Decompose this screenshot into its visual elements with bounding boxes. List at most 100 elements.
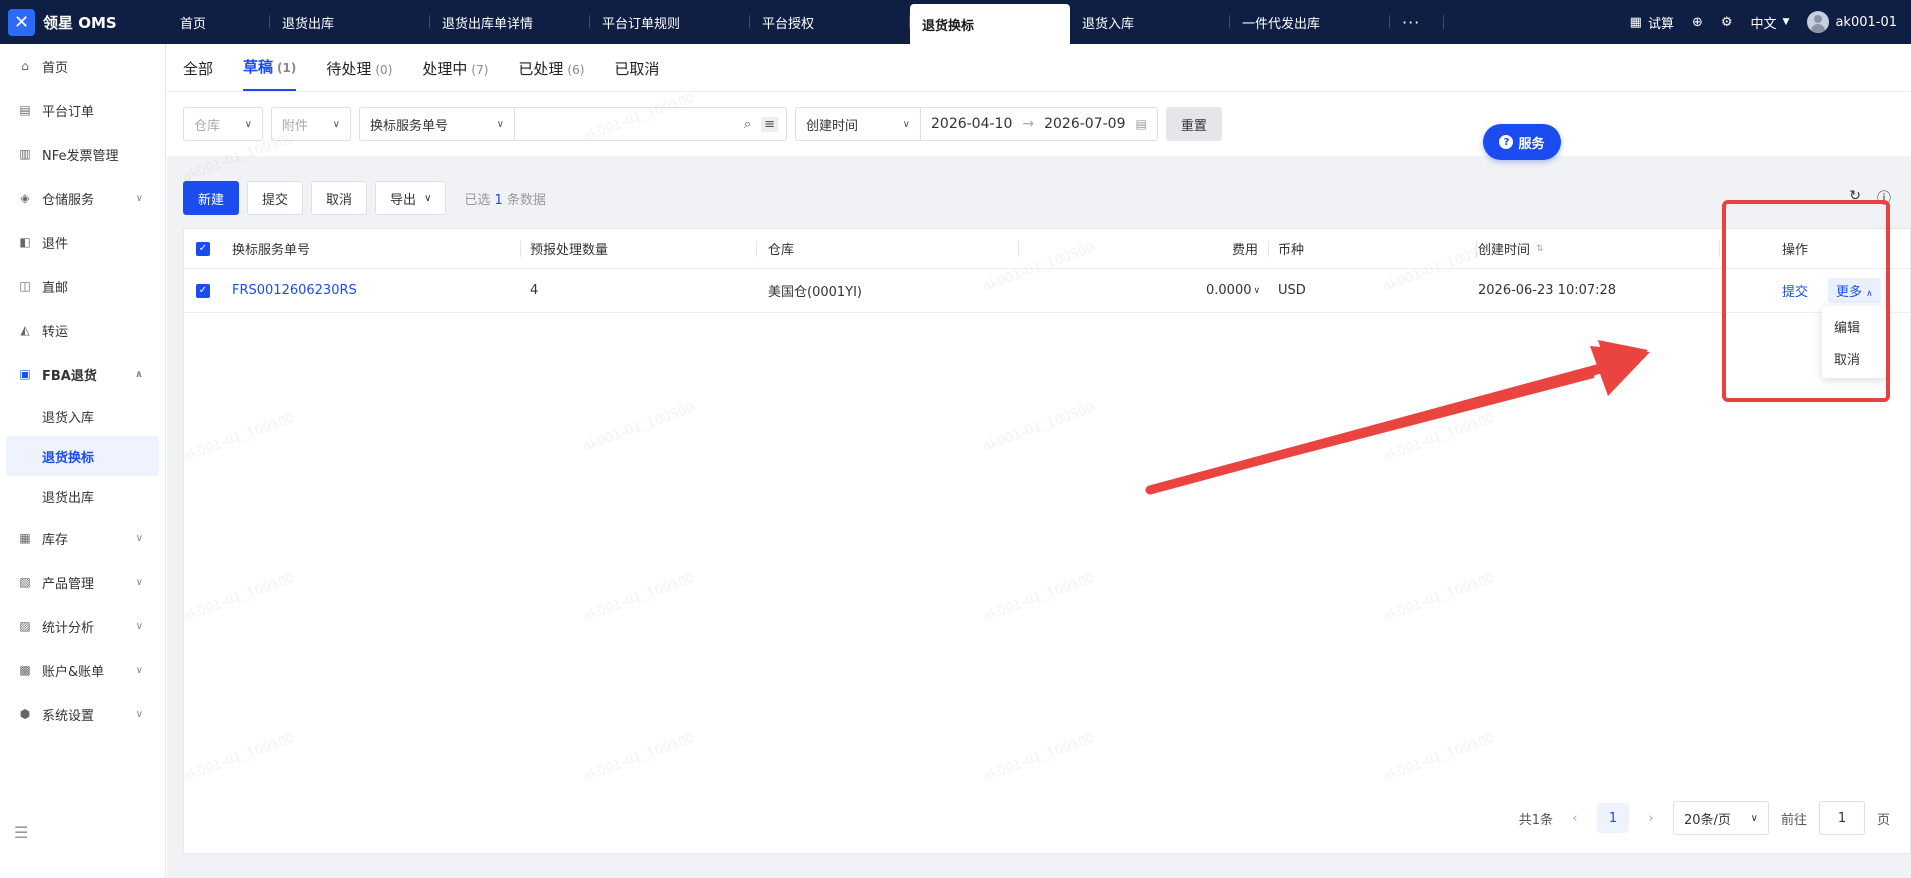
sidebar-item-platform-orders[interactable]: ▤ 平台订单	[0, 88, 165, 132]
sidebar-item-settings[interactable]: ⬢ 系统设置 ∨	[0, 692, 165, 736]
sidebar-item-label: 退件	[42, 236, 69, 252]
attachment-select[interactable]: 附件 ∨	[271, 107, 351, 141]
status-tab-processed[interactable]: 已处理 (6)	[518, 58, 584, 91]
new-button[interactable]: 新建	[183, 181, 240, 215]
time-field-select[interactable]: 创建时间 ∨	[795, 107, 921, 141]
tab-platform-auth[interactable]: 平台授权	[750, 0, 910, 44]
tab-home[interactable]: 首页	[168, 0, 270, 44]
reset-button[interactable]: 重置	[1165, 107, 1222, 141]
submit-button[interactable]: 提交	[247, 181, 304, 215]
tab-return-inbound[interactable]: 退货入库	[1070, 0, 1230, 44]
sidebar-item-label: 库存	[42, 532, 69, 548]
page-number-1[interactable]: 1	[1596, 803, 1629, 833]
chevron-down-icon: ∨	[332, 118, 340, 130]
invoice-icon: ▥	[19, 147, 31, 161]
status-tab-label: 草稿	[243, 58, 274, 76]
sidebar-item-home[interactable]: ⌂ 首页	[0, 44, 165, 88]
sidebar-item-direct-mail[interactable]: ◫ 直邮	[0, 264, 165, 308]
logo-text: 领星 OMS	[43, 13, 117, 32]
chevron-right-icon[interactable]: ›	[1641, 811, 1661, 826]
sidebar-item-returns[interactable]: ◧ 退件	[0, 220, 165, 264]
sidebar-sub-return-outbound[interactable]: 退货出库	[0, 476, 165, 516]
sidebar-item-inventory[interactable]: ▦ 库存 ∨	[0, 516, 165, 560]
tab-return-outbound-detail[interactable]: 退货出库单详情	[430, 0, 590, 44]
sidebar-sub-return-relabel[interactable]: 退货换标	[6, 436, 159, 476]
arrow-right-icon: →	[1022, 116, 1035, 132]
row-order-no-link[interactable]: FRS0012606230RS	[232, 269, 357, 312]
tab-return-outbound[interactable]: 退货出库	[270, 0, 430, 44]
status-tab-count: (6)	[567, 63, 585, 77]
tab-return-relabel[interactable]: 退货换标	[910, 4, 1070, 44]
column-divider	[756, 241, 757, 257]
search-input[interactable]: ⌕ ≡	[515, 107, 787, 141]
export-label: 导出	[390, 192, 417, 208]
logo[interactable]: ✕ 领星 OMS	[0, 0, 168, 44]
filter-bar: 仓库 ∨ 附件 ∨ 换标服务单号 ∨ ⌕ ≡ 创建时间 ∨ 2026-04-10 → 20…	[167, 92, 1911, 156]
header-created[interactable]: 创建时间 ⇅	[1478, 229, 1544, 268]
cancel-button[interactable]: 取消	[311, 181, 368, 215]
row-checkbox[interactable]: ✓	[196, 269, 210, 312]
status-tab-all[interactable]: 全部	[183, 58, 213, 91]
sidebar-item-label: 统计分析	[42, 620, 95, 636]
time-field-label: 创建时间	[806, 118, 859, 134]
page-size-label: 20条/页	[1683, 812, 1731, 828]
tab-more-icon[interactable]: ···	[1390, 0, 1444, 44]
settings-icon: ⬢	[19, 707, 31, 721]
status-tab-label: 处理中	[422, 60, 468, 78]
header-created-label: 创建时间	[1478, 243, 1531, 258]
tab-dropship-outbound[interactable]: 一件代发出库	[1230, 0, 1390, 44]
toolbar: 新建 提交 取消 导出 ∨ 已选 1 条数据 ↻ ⓘ	[183, 172, 1911, 224]
language-select[interactable]: 中文 ▼	[1751, 13, 1790, 32]
sidebar-item-warehouse[interactable]: ◈ 仓储服务 ∨	[0, 176, 165, 220]
sidebar-item-label: 账户&账单	[42, 664, 105, 680]
chevron-down-icon: ∨	[1750, 812, 1758, 824]
date-range-picker[interactable]: 2026-04-10 → 2026-07-09 ▤	[921, 107, 1158, 141]
date-group: 创建时间 ∨ 2026-04-10 → 2026-07-09 ▤	[795, 107, 1158, 141]
selected-prefix: 已选	[464, 192, 491, 208]
chevron-down-icon: ∨	[135, 576, 143, 588]
multi-line-icon[interactable]: ≡	[761, 116, 778, 132]
status-tab-label: 全部	[183, 60, 214, 78]
calc-button[interactable]: ▦ 试算	[1630, 13, 1674, 32]
goto-page-input[interactable]: 1	[1818, 801, 1865, 835]
status-tab-pending[interactable]: 待处理 (0)	[326, 58, 392, 91]
sidebar-item-label: 平台订单	[42, 104, 95, 120]
export-button[interactable]: 导出 ∨	[375, 181, 447, 215]
search-field-select[interactable]: 换标服务单号 ∨	[359, 107, 515, 141]
status-tab-cancelled[interactable]: 已取消	[614, 58, 659, 91]
chevron-left-icon[interactable]: ‹	[1565, 811, 1585, 826]
date-start: 2026-04-10	[931, 116, 1013, 132]
sidebar-item-transfer[interactable]: ◭ 转运	[0, 308, 165, 352]
status-tab-label: 已取消	[614, 60, 660, 78]
row-created: 2026-06-23 10:07:28	[1478, 283, 1617, 298]
attachment-placeholder: 附件	[282, 118, 309, 134]
select-all-checkbox[interactable]: ✓	[196, 229, 210, 268]
home-icon: ⌂	[21, 59, 29, 73]
status-tab-draft[interactable]: 草稿 (1)	[243, 56, 297, 91]
download-icon[interactable]: ⊕	[1692, 15, 1703, 30]
sidebar-item-analytics[interactable]: ▨ 统计分析 ∨	[0, 604, 165, 648]
goto-prefix: 前往	[1780, 812, 1807, 828]
warehouse-select[interactable]: 仓库 ∨	[183, 107, 263, 141]
chevron-down-icon: ∨	[135, 532, 143, 544]
sidebar-item-fba-returns[interactable]: ▣ FBA退货 ∧	[0, 352, 165, 396]
sidebar-item-products[interactable]: ▧ 产品管理 ∨	[0, 560, 165, 604]
sidebar-item-label: 转运	[42, 324, 69, 340]
status-tab-label: 待处理	[326, 60, 372, 78]
sidebar-item-nfe[interactable]: ▥ NFe发票管理	[0, 132, 165, 176]
search-icon[interactable]: ⌕	[744, 117, 751, 132]
chevron-down-icon: ∨	[135, 664, 143, 676]
sidebar-sub-return-inbound[interactable]: 退货入库	[0, 396, 165, 436]
service-button[interactable]: ? 服务	[1483, 124, 1561, 160]
row-fee[interactable]: 0.0000 ∨	[1206, 269, 1260, 312]
product-icon: ▧	[19, 575, 31, 589]
sort-icon[interactable]: ⇅	[1536, 244, 1544, 254]
collapse-sidebar-icon[interactable]: ☰	[14, 823, 28, 842]
status-tab-processing[interactable]: 处理中 (7)	[422, 58, 488, 91]
status-tab-count: (1)	[277, 61, 297, 75]
user-menu[interactable]: ak001-01	[1807, 11, 1897, 33]
page-size-select[interactable]: 20条/页 ∨	[1672, 801, 1769, 835]
gear-icon[interactable]: ⚙	[1721, 15, 1733, 30]
sidebar-item-account[interactable]: ▩ 账户&账单 ∨	[0, 648, 165, 692]
tab-platform-order-rules[interactable]: 平台订单规则	[590, 0, 750, 44]
